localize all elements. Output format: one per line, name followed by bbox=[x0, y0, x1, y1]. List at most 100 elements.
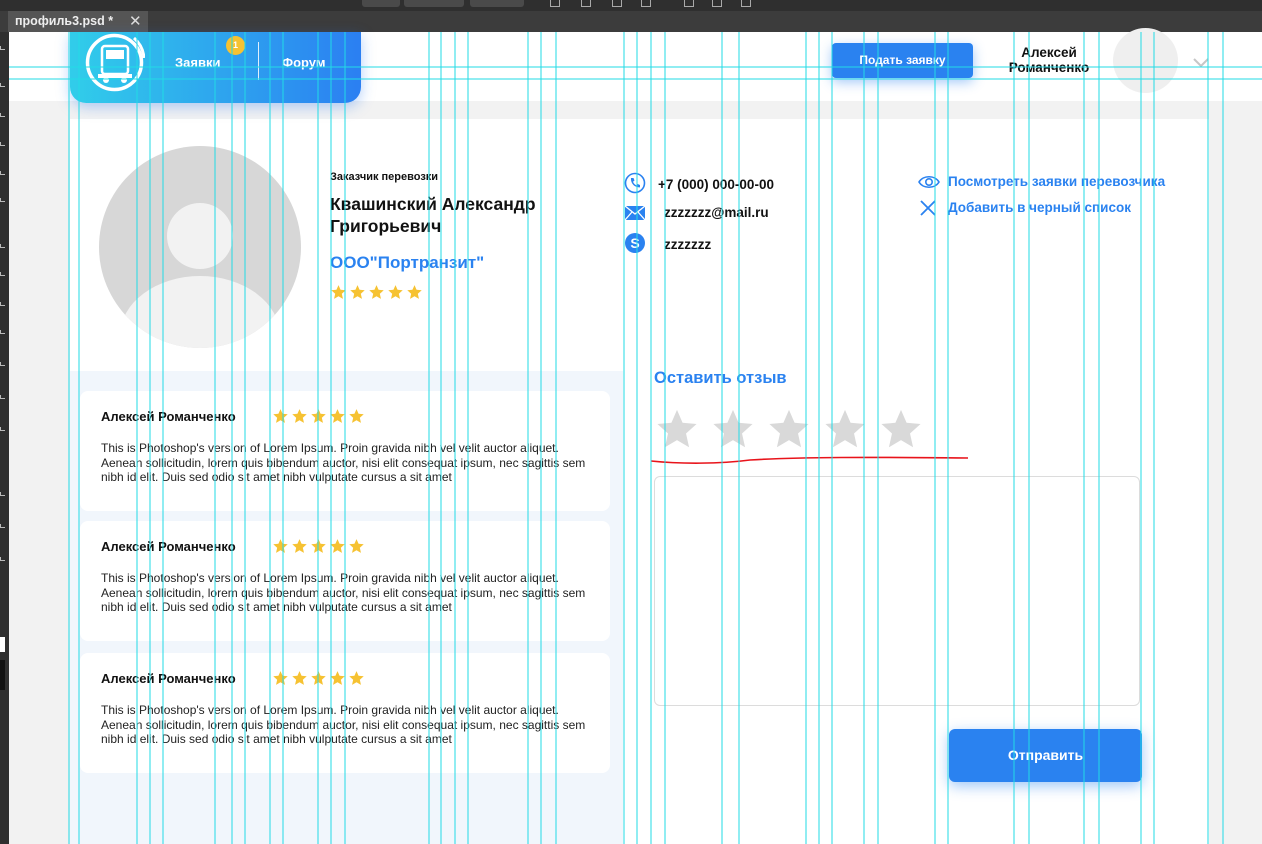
user-name[interactable]: Алексей Романченко bbox=[994, 45, 1104, 75]
customer-type-label: Заказчик перевозки bbox=[330, 171, 439, 183]
align-icon[interactable] bbox=[550, 0, 560, 7]
editor-toolbar bbox=[0, 0, 1262, 11]
svg-text:S: S bbox=[630, 235, 639, 251]
review-rating-stars bbox=[272, 670, 365, 687]
profile-avatar bbox=[99, 146, 301, 348]
tool-icon[interactable] bbox=[0, 524, 5, 528]
customer-name: Квашинский Александр Григорьевич bbox=[330, 193, 600, 237]
chevron-down-icon[interactable] bbox=[1191, 55, 1211, 69]
distribute-icon[interactable] bbox=[741, 0, 751, 7]
annotation-underline bbox=[650, 456, 969, 464]
distribute-icon[interactable] bbox=[684, 0, 694, 7]
document-tab-title: профиль3.psd * bbox=[15, 14, 114, 28]
logo[interactable] bbox=[84, 32, 145, 93]
submit-request-button[interactable]: Подать заявку bbox=[832, 43, 973, 78]
star-icon bbox=[349, 539, 364, 553]
star-icon bbox=[273, 671, 288, 685]
foreground-color-swatch[interactable] bbox=[0, 637, 5, 652]
review-card: Алексей Романченко This is Photoshop's v… bbox=[80, 653, 610, 773]
align-icon[interactable] bbox=[641, 0, 651, 7]
nav-link-forum[interactable]: Форум bbox=[282, 55, 325, 70]
tool-icon[interactable] bbox=[0, 46, 5, 50]
star-icon bbox=[292, 539, 307, 553]
user-last-name: Романченко bbox=[1008, 60, 1090, 75]
tool-icon[interactable] bbox=[0, 272, 5, 276]
review-card: Алексей Романченко This is Photoshop's v… bbox=[80, 521, 610, 641]
star-icon bbox=[388, 285, 403, 299]
rating-input[interactable] bbox=[654, 407, 924, 453]
tool-icon[interactable] bbox=[0, 302, 5, 306]
align-icon[interactable] bbox=[581, 0, 591, 7]
customer-name-line2: Григорьевич bbox=[330, 216, 442, 236]
close-icon[interactable]: ✕ bbox=[129, 11, 142, 32]
star-icon bbox=[311, 409, 326, 423]
contact-email: zzzzzzz@mail.ru bbox=[664, 205, 769, 220]
rating-star-icon[interactable] bbox=[654, 407, 700, 453]
document-tabbar bbox=[0, 11, 1262, 32]
star-icon bbox=[331, 285, 346, 299]
tool-icon[interactable] bbox=[0, 362, 5, 366]
eye-icon[interactable] bbox=[918, 173, 940, 191]
review-rating-stars bbox=[272, 538, 365, 555]
profile-rating-stars bbox=[330, 284, 423, 301]
review-text: This is Photoshop's version of Lorem Ips… bbox=[101, 441, 586, 485]
toolbar-dropdown[interactable] bbox=[404, 0, 464, 7]
tool-icon[interactable] bbox=[0, 244, 5, 248]
review-card: Алексей Романченко This is Photoshop's v… bbox=[80, 391, 610, 511]
contact-skype: zzzzzzz bbox=[664, 237, 712, 252]
review-text: This is Photoshop's version of Lorem Ips… bbox=[101, 571, 586, 615]
background-color-swatch[interactable] bbox=[0, 660, 5, 690]
send-review-button[interactable]: Отправить bbox=[949, 729, 1142, 782]
toolbar-button[interactable] bbox=[362, 0, 400, 7]
add-to-blacklist-link[interactable]: Добавить в черный список bbox=[948, 200, 1131, 215]
notification-badge: 1 bbox=[226, 36, 245, 55]
star-icon bbox=[273, 409, 288, 423]
nav-link-requests[interactable]: Заявки bbox=[175, 55, 220, 70]
tool-icon[interactable] bbox=[0, 113, 5, 117]
tool-icon[interactable] bbox=[0, 198, 5, 202]
rating-star-icon[interactable] bbox=[822, 407, 868, 453]
nav-divider bbox=[258, 42, 259, 80]
customer-company: ООО"Портранзит" bbox=[330, 253, 485, 272]
rating-star-icon[interactable] bbox=[878, 407, 924, 453]
tool-icon[interactable] bbox=[0, 557, 5, 561]
view-carrier-requests-link[interactable]: Посмотреть заявки перевозчика bbox=[948, 174, 1165, 189]
align-icon[interactable] bbox=[612, 0, 622, 7]
star-icon bbox=[350, 285, 365, 299]
user-first-name: Алексей bbox=[1021, 45, 1077, 60]
tool-icon[interactable] bbox=[0, 427, 5, 431]
star-icon bbox=[330, 671, 345, 685]
review-textarea[interactable] bbox=[654, 476, 1140, 706]
close-icon[interactable] bbox=[919, 199, 937, 217]
skype-icon: S bbox=[625, 233, 645, 253]
document-tab[interactable]: профиль3.psd * ✕ bbox=[8, 11, 148, 32]
star-icon bbox=[273, 539, 288, 553]
distribute-icon[interactable] bbox=[712, 0, 722, 7]
tool-icon[interactable] bbox=[0, 330, 5, 334]
rating-star-icon[interactable] bbox=[766, 407, 812, 453]
star-icon bbox=[407, 285, 422, 299]
star-icon bbox=[311, 671, 326, 685]
review-author: Алексей Романченко bbox=[101, 409, 236, 424]
review-author: Алексей Романченко bbox=[101, 539, 236, 554]
star-icon bbox=[349, 409, 364, 423]
leave-review-title: Оставить отзыв bbox=[654, 369, 787, 387]
star-icon bbox=[369, 285, 384, 299]
tool-icon[interactable] bbox=[0, 395, 5, 399]
toolbar-dropdown[interactable] bbox=[470, 0, 524, 7]
tool-icon[interactable] bbox=[0, 142, 5, 146]
review-text: This is Photoshop's version of Lorem Ips… bbox=[101, 703, 586, 747]
tool-icon[interactable] bbox=[0, 83, 5, 87]
rating-star-icon[interactable] bbox=[710, 407, 756, 453]
review-author: Алексей Романченко bbox=[101, 671, 236, 686]
user-avatar[interactable] bbox=[1113, 28, 1178, 93]
star-icon bbox=[330, 409, 345, 423]
star-icon bbox=[311, 539, 326, 553]
star-icon bbox=[349, 671, 364, 685]
tool-icon[interactable] bbox=[0, 492, 5, 496]
customer-name-line1: Квашинский Александр bbox=[330, 194, 536, 214]
tool-icon[interactable] bbox=[0, 171, 5, 175]
phone-icon bbox=[624, 172, 646, 194]
contact-phone: +7 (000) 000-00-00 bbox=[658, 177, 774, 192]
review-rating-stars bbox=[272, 408, 365, 425]
